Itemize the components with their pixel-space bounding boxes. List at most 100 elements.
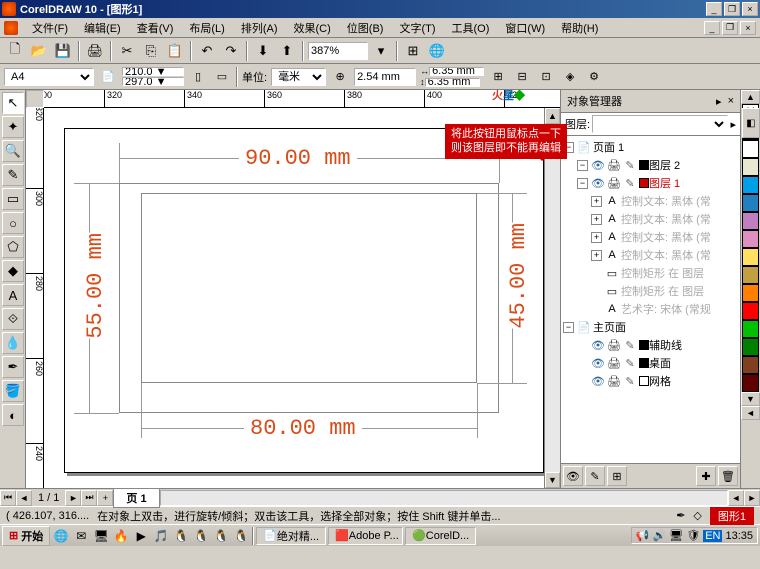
add-page-button[interactable]: + [97,490,113,506]
landscape-button[interactable]: ▭ [212,67,232,87]
redo-button[interactable]: ↷ [220,40,242,62]
rectangle-tool[interactable]: ▭ [2,188,24,210]
printer-icon[interactable]: 🖨 [607,375,621,388]
scroll-up-button[interactable]: ▲ [545,108,560,124]
tree-item[interactable]: 控制文本: 黑体 (常 [621,211,711,227]
tree-expand-icon[interactable]: + [591,196,602,207]
ql-outlook-icon[interactable]: ✉ [72,527,90,545]
eye-icon[interactable]: 👁 [591,159,605,172]
ql-qq-icon[interactable]: 🐧 [172,527,190,545]
lang-indicator[interactable]: EN [703,530,722,542]
task-item[interactable]: 🟥Adobe P... [328,527,403,545]
snap-objects-button[interactable]: ⊡ [536,67,556,87]
minimize-button[interactable]: _ [706,2,722,16]
print-button[interactable]: 🖨 [84,40,106,62]
tree-item[interactable]: 艺术字: 宋体 (常规 [621,301,711,317]
text-tool[interactable]: A [2,284,24,306]
swatch[interactable] [742,302,759,320]
swatch[interactable] [742,356,759,374]
export-button[interactable]: ⬆ [276,40,298,62]
ql-icon[interactable]: 🎵 [152,527,170,545]
tree-expand-icon[interactable]: + [591,250,602,261]
ql-icon[interactable]: 🔥 [112,527,130,545]
unit-select[interactable]: 毫米 [271,68,326,86]
color-swatch[interactable] [639,160,649,170]
tree-collapse-icon[interactable]: − [577,160,588,171]
menu-tools[interactable]: 工具(O) [444,18,498,38]
interactive-fill-tool[interactable]: ◐ [2,404,24,426]
panel-menu-button[interactable]: ▸ [716,95,722,108]
pencil-icon[interactable]: ✎ [623,357,637,370]
corel-online-button[interactable]: 🌐 [426,40,448,62]
clock[interactable]: 13:35 [725,530,753,542]
tray-icon[interactable]: 🛡 [686,529,700,542]
save-button[interactable]: 💾 [52,40,74,62]
paste-button[interactable]: 📋 [164,40,186,62]
panel-flyout-button[interactable]: ▸ [730,118,736,131]
dup-y-input[interactable] [425,78,480,87]
menu-edit[interactable]: 编辑(E) [76,18,129,38]
menu-arrange[interactable]: 排列(A) [233,18,286,38]
zoom-tool[interactable]: 🔍 [2,140,24,162]
undo-button[interactable]: ↶ [196,40,218,62]
menu-layout[interactable]: 布局(L) [181,18,232,38]
cut-button[interactable]: ✂ [116,40,138,62]
tree-collapse-icon[interactable]: − [577,178,588,189]
outline-tool[interactable]: ✒ [2,356,24,378]
task-item[interactable]: 📄绝对精... [256,527,326,545]
eye-icon[interactable]: 👁 [591,339,605,352]
dimension-left[interactable]: 55.00 mm [77,233,114,339]
eyedropper-tool[interactable]: 💧 [2,332,24,354]
pick-tool[interactable]: ↖ [2,92,24,114]
swatch[interactable] [742,266,759,284]
horizontal-ruler[interactable]: 300 320 340 360 380 400 420 [44,90,560,108]
dup-x-input[interactable] [429,67,484,76]
mdi-close[interactable]: × [740,21,756,35]
swatch-white[interactable] [742,140,759,158]
swatch[interactable] [742,374,759,392]
panel-close-button[interactable]: × [728,95,734,107]
swatch[interactable] [742,158,759,176]
scroll-left-button[interactable]: ◄ [728,490,744,506]
tree-layer2[interactable]: 图层 2 [649,157,680,173]
task-item[interactable]: 🟢CorelD... [405,527,476,545]
shape-tool[interactable]: ✦ [2,116,24,138]
pencil-icon[interactable]: ✎ [623,375,637,388]
tree-expand-icon[interactable]: + [591,214,602,225]
tree-collapse-icon[interactable]: − [563,322,574,333]
ql-qq-icon[interactable]: 🐧 [232,527,250,545]
scroll-right-button[interactable]: ► [744,490,760,506]
paper-size-select[interactable]: A4 [4,68,94,86]
copy-button[interactable]: ⎘ [140,40,162,62]
docker-tab[interactable]: ◧ [742,108,760,138]
menu-window[interactable]: 窗口(W) [497,18,553,38]
swatch[interactable] [742,320,759,338]
ql-desktop-icon[interactable]: 🖥 [92,527,110,545]
tree-expand-icon[interactable]: + [591,232,602,243]
zoom-input[interactable] [308,42,368,60]
eye-icon[interactable]: 👁 [591,375,605,388]
ql-icon[interactable]: ▶ [132,527,150,545]
printer-icon[interactable]: 🖨 [607,357,621,370]
swatch[interactable] [742,284,759,302]
paper-height-input[interactable] [122,77,184,86]
fill-tool[interactable]: 🪣 [2,380,24,402]
vertical-ruler[interactable]: 320 300 280 260 240 [26,108,44,488]
palette-flyout-button[interactable]: ◄ [741,406,760,420]
scroll-down-button[interactable]: ▼ [545,472,560,488]
import-button[interactable]: ⬇ [252,40,274,62]
tree-item[interactable]: 控制矩形 在 图层 [621,283,704,299]
printer-icon[interactable]: 🖨 [607,159,621,172]
palette-down-button[interactable]: ▼ [741,392,760,406]
tree-item[interactable]: 控制矩形 在 图层 [621,265,704,281]
tree-layer1[interactable]: 图层 1 [649,175,680,191]
pencil-icon[interactable]: ✎ [623,177,637,190]
options-button[interactable]: ⚙ [584,67,604,87]
mdi-minimize[interactable]: _ [704,21,720,35]
swatch[interactable] [742,248,759,266]
tree-item[interactable]: 控制文本: 黑体 (常 [621,193,711,209]
first-page-button[interactable]: ⏮ [0,490,16,506]
last-page-button[interactable]: ⏭ [81,490,97,506]
tree-guides[interactable]: 辅助线 [649,337,682,353]
pencil-icon[interactable]: ✎ [623,339,637,352]
